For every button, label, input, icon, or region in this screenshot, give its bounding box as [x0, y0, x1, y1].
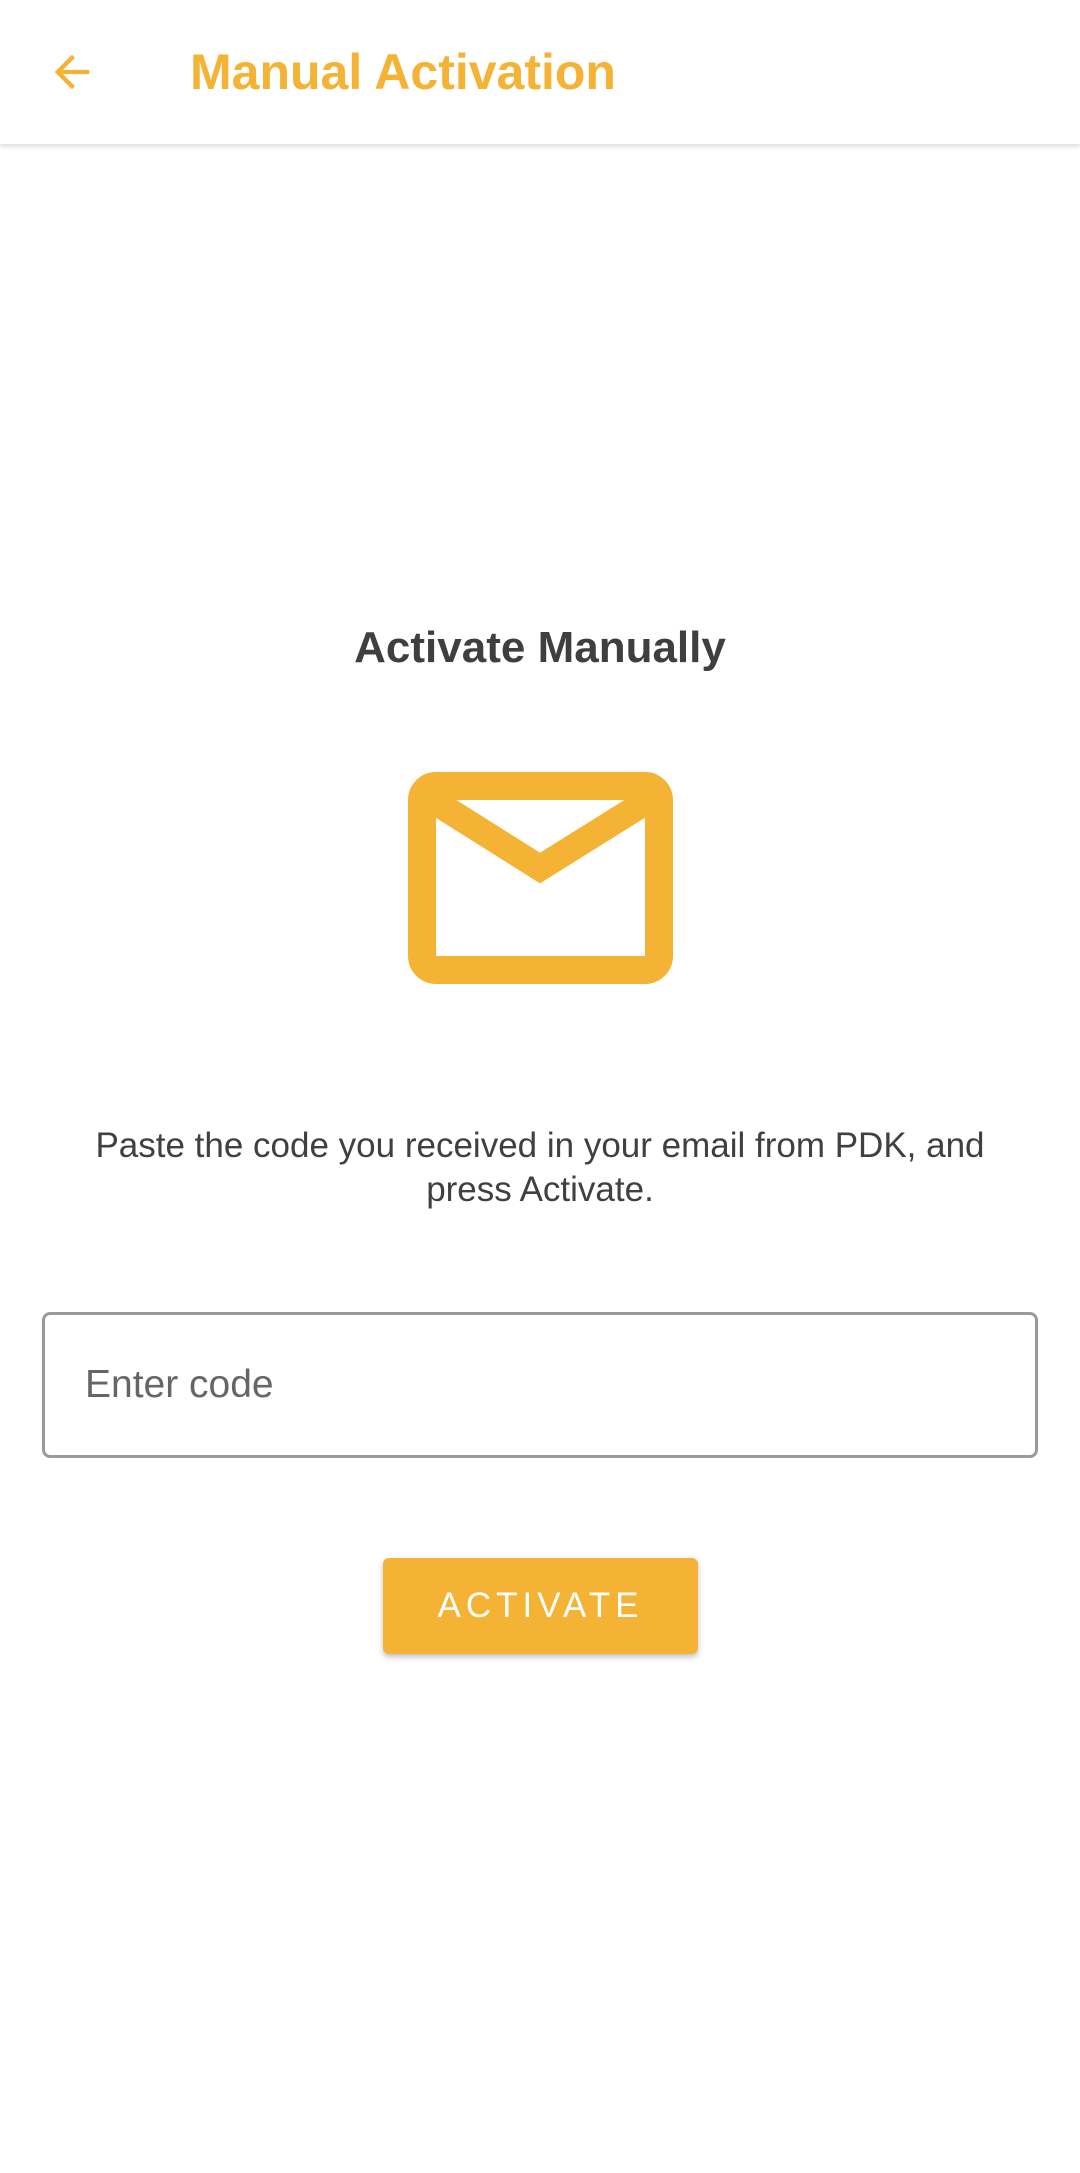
manual-activation-screen: Manual Activation Activate Manually Past… [0, 0, 1080, 2173]
code-field[interactable] [42, 1312, 1038, 1458]
envelope-icon [408, 772, 673, 984]
back-button[interactable] [30, 30, 114, 114]
code-input[interactable] [45, 1315, 1035, 1455]
instructions-text: Paste the code you received in your emai… [95, 1126, 985, 1209]
arrow-left-icon [54, 54, 90, 90]
activate-heading: Activate Manually [354, 623, 726, 672]
app-bar: Manual Activation [0, 0, 1080, 145]
page-title: Manual Activation [190, 44, 616, 100]
activate-button[interactable]: ACTIVATE [383, 1558, 698, 1654]
